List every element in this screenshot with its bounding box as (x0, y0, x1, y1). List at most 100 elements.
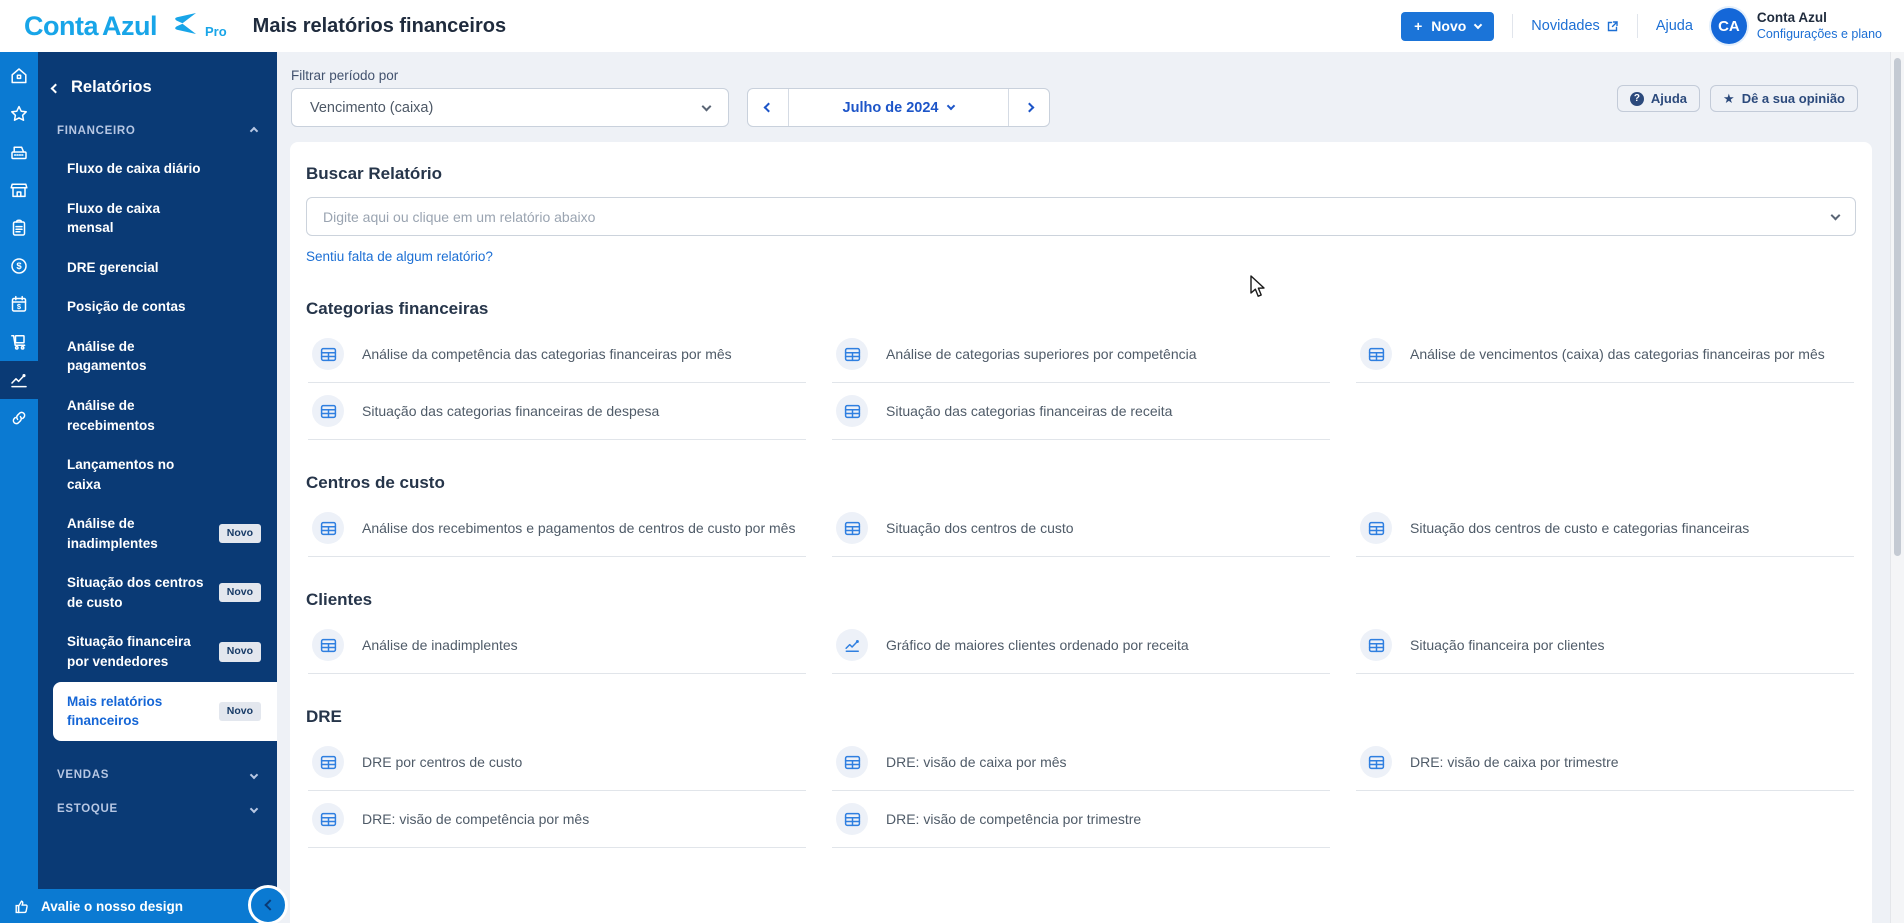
sidebar-item-situacao-dos-centros-de-custo[interactable]: Situação dos centros de custoNovo (38, 563, 277, 622)
report-item-label: DRE: visão de caixa por trimestre (1410, 753, 1619, 771)
section-title: DRE (306, 707, 1856, 727)
table-report-icon (836, 338, 868, 370)
novo-button[interactable]: + Novo (1401, 12, 1494, 41)
conta-azul-logo[interactable]: Conta Azul Pro (24, 13, 227, 40)
sidebar-item-posicao-de-contas[interactable]: Posição de contas (38, 287, 277, 327)
report-search-combobox[interactable]: Digite aqui ou clique em um relatório ab… (306, 197, 1856, 236)
sidebar-item-label: Análise de recebimentos (67, 396, 205, 435)
report-grid: Análise de inadimplentes Gráfico de maior… (306, 617, 1856, 674)
report-item-situacao-dos-centros-de-custo-e-categorias-financeiras[interactable]: Situação dos centros de custo e categori… (1356, 500, 1854, 557)
report-item-analise-de-categorias-superiores-por-competencia[interactable]: Análise de categorias superiores por com… (832, 326, 1330, 383)
report-item-dre-visao-de-competencia-por-trimestre[interactable]: DRE: visão de competência por trimestre (832, 791, 1330, 848)
sidebar-item-analise-de-recebimentos[interactable]: Análise de recebimentos (38, 386, 277, 445)
report-item-grafico-de-maiores-clientes-ordenado-por-receita[interactable]: Gráfico de maiores clientes ordenado por… (832, 617, 1330, 674)
report-item-dre-visao-de-caixa-por-mes[interactable]: DRE: visão de caixa por mês (832, 734, 1330, 791)
pro-badge: Pro (205, 24, 227, 39)
filter-period-select[interactable]: Vencimento (caixa) (291, 88, 729, 127)
ajuda-link[interactable]: Ajuda (1656, 18, 1693, 34)
report-item-dre-visao-de-caixa-por-trimestre[interactable]: DRE: visão de caixa por trimestre (1356, 734, 1854, 791)
sidebar-item-dre-gerencial[interactable]: DRE gerencial (38, 248, 277, 288)
account-name: Conta Azul (1757, 10, 1882, 27)
report-item-label: Situação financeira por clientes (1410, 636, 1605, 654)
clipboard-icon[interactable] (0, 209, 38, 247)
chevron-left-icon (763, 103, 773, 113)
sidebar-group-financeiro[interactable]: FINANCEIRO (38, 117, 277, 145)
design-feedback-bar[interactable]: Avalie o nosso design (0, 889, 277, 923)
logo-text-azul: Azul (102, 13, 157, 40)
calendar-money-icon[interactable]: $ (0, 285, 38, 323)
sidebar-item-lancamentos-no-caixa[interactable]: Lançamentos no caixa (38, 445, 277, 504)
sidebar-item-label: DRE gerencial (67, 258, 159, 278)
home-icon[interactable] (0, 57, 38, 95)
table-report-icon (836, 803, 868, 835)
chevron-down-icon (947, 102, 955, 110)
sidebar-item-mais-relatorios-financeiros[interactable]: Mais relatórios financeirosNovo (53, 682, 277, 741)
chevron-down-icon (1474, 20, 1482, 28)
cash-register-icon[interactable] (0, 133, 38, 171)
report-item-situacao-das-categorias-financeiras-de-receita[interactable]: Situação das categorias financeiras de r… (832, 383, 1330, 440)
report-item-analise-dos-recebimentos-e-pagamentos-de-centros-de-custo-por-mes[interactable]: Análise dos recebimentos e pagamentos de… (308, 500, 806, 557)
table-report-icon (312, 395, 344, 427)
sidebar-item-label: Análise de pagamentos (67, 337, 205, 376)
help-button[interactable]: ? Ajuda (1617, 85, 1700, 112)
sidebar-item-label: Fluxo de caixa mensal (67, 199, 205, 238)
report-grid: DRE por centros de custo DRE: visão de ca… (306, 734, 1856, 848)
star-icon[interactable] (0, 95, 38, 133)
sidebar-financeiro-items: Fluxo de caixa diário Fluxo de caixa mens… (38, 145, 277, 741)
sidebar-collapse-button[interactable] (248, 885, 288, 923)
report-item-analise-de-vencimentos-caixa-das-categorias-financeiras-por-mes[interactable]: Análise de vencimentos (caixa) das categ… (1356, 326, 1854, 383)
filter-period-label: Filtrar período por (291, 68, 398, 83)
sidebar-item-label: Situação dos centros de custo (67, 573, 205, 612)
novidades-link[interactable]: Novidades (1531, 18, 1619, 34)
sidebar-group-vendas[interactable]: VENDAS (38, 761, 277, 789)
period-navigator: Julho de 2024 (747, 88, 1050, 127)
report-item-dre-por-centros-de-custo[interactable]: DRE por centros de custo (308, 734, 806, 791)
avatar[interactable]: CA (1711, 8, 1747, 44)
report-item-label: DRE por centros de custo (362, 753, 522, 771)
line-chart-icon[interactable] (0, 361, 38, 399)
account-settings-link[interactable]: Configurações e plano (1757, 27, 1882, 43)
report-item-label: Situação dos centros de custo (886, 519, 1074, 537)
divider (1637, 14, 1638, 38)
scrollbar-thumb[interactable] (1894, 58, 1901, 556)
sidebar-title: Relatórios (71, 78, 152, 97)
store-icon[interactable] (0, 171, 38, 209)
feedback-button[interactable]: ★ Dê a sua opinião (1710, 85, 1858, 112)
report-item-label: Análise dos recebimentos e pagamentos de… (362, 519, 795, 537)
missing-report-link[interactable]: Sentiu falta de algum relatório? (306, 249, 493, 264)
period-value: Julho de 2024 (843, 100, 939, 116)
sidebar-item-fluxo-de-caixa-diario[interactable]: Fluxo de caixa diário (38, 149, 277, 189)
sidebar-back-header[interactable]: Relatórios (38, 52, 277, 117)
sidebar-item-analise-de-inadimplentes[interactable]: Análise de inadimplentesNovo (38, 504, 277, 563)
sidebar-group-estoque[interactable]: ESTOQUE (38, 795, 277, 823)
table-report-icon (836, 746, 868, 778)
chevron-left-icon (51, 83, 61, 93)
next-period-button[interactable] (1009, 89, 1049, 126)
report-item-analise-de-inadimplentes[interactable]: Análise de inadimplentes (308, 617, 806, 674)
report-item-analise-da-competencia-das-categorias-financeiras-por-mes[interactable]: Análise da competência das categorias fi… (308, 326, 806, 383)
chevron-down-icon[interactable] (1831, 210, 1841, 220)
report-item-situacao-das-categorias-financeiras-de-despesa[interactable]: Situação das categorias financeiras de d… (308, 383, 806, 440)
report-grid: Análise da competência das categorias fi… (306, 326, 1856, 440)
novo-badge: Novo (219, 524, 261, 543)
report-item-label: DRE: visão de competência por trimestre (886, 810, 1141, 828)
delivery-cart-icon[interactable] (0, 323, 38, 361)
report-item-dre-visao-de-competencia-por-mes[interactable]: DRE: visão de competência por mês (308, 791, 806, 848)
table-report-icon (312, 746, 344, 778)
account-menu[interactable]: CA Conta Azul Configurações e plano (1711, 8, 1882, 44)
sidebar-item-situacao-financeira-por-vendedores[interactable]: Situação financeira por vendedoresNovo (38, 622, 277, 681)
report-item-situacao-financeira-por-clientes[interactable]: Situação financeira por clientes (1356, 617, 1854, 674)
coin-icon[interactable]: $ (0, 247, 38, 285)
sidebar-item-fluxo-de-caixa-mensal[interactable]: Fluxo de caixa mensal (38, 189, 277, 248)
previous-period-button[interactable] (748, 89, 788, 126)
plus-icon: + (1414, 18, 1422, 34)
table-report-icon (836, 512, 868, 544)
report-item-label: Situação das categorias financeiras de d… (362, 402, 659, 420)
period-dropdown[interactable]: Julho de 2024 (788, 89, 1009, 126)
icon-rail: $$ (0, 52, 38, 889)
sidebar-item-analise-de-pagamentos[interactable]: Análise de pagamentos (38, 327, 277, 386)
link-icon[interactable] (0, 399, 38, 437)
report-item-situacao-dos-centros-de-custo[interactable]: Situação dos centros de custo (832, 500, 1330, 557)
table-report-icon (1360, 338, 1392, 370)
report-item-label: Análise de inadimplentes (362, 636, 518, 654)
